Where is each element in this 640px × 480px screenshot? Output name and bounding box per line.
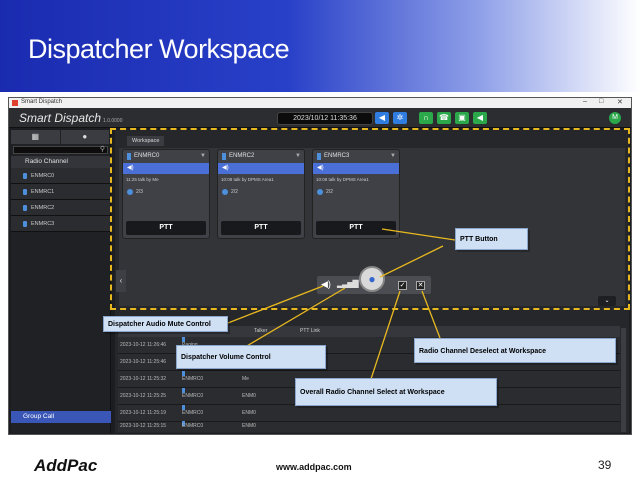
callout-deselect: Radio Channel Deselect at Workspace [414, 338, 616, 363]
row-time: 2023-10-12 11:25:32 [120, 376, 167, 382]
callout-ptt-button: PTT Button [455, 228, 528, 250]
maximize-button[interactable]: □ [599, 98, 603, 105]
log-scrollbar[interactable] [621, 328, 626, 432]
top-toolbar: Smart Dispatch 1.0.0000 2023/10/12 11:35:… [9, 108, 631, 128]
radio-icon [23, 173, 27, 179]
users-tab-icon[interactable]: ● [60, 130, 110, 144]
radio-icon [23, 205, 27, 211]
workspace-highlight [110, 128, 630, 310]
row-talker: ENM0 [242, 393, 256, 399]
settings-icon[interactable]: ✲ [393, 112, 407, 124]
row-channel-label: ENMRC0 [182, 376, 204, 382]
radio-icon [23, 189, 27, 195]
avatar[interactable]: M [609, 112, 621, 124]
row-talker: ENM0 [242, 410, 256, 416]
row-time: 2023-10-12 11:26:46 [120, 342, 167, 348]
minimize-button[interactable]: – [583, 98, 587, 105]
slide-title: Dispatcher Workspace [28, 34, 290, 64]
brand-name: Smart Dispatch [19, 111, 102, 125]
row-talker: Me [242, 376, 249, 382]
page-number: 39 [598, 458, 612, 472]
window-title: Smart Dispatch [21, 99, 63, 105]
clock-display: 2023/10/12 11:35:36 [277, 112, 373, 125]
row-channel-label: ENMRC0 [182, 410, 204, 416]
channel-label: ENMRC1 [31, 189, 55, 195]
row-time: 2023-10-12 11:25:25 [120, 393, 167, 399]
row-talker: ENM0 [242, 423, 256, 429]
channel-label: ENMRC0 [31, 173, 55, 179]
group-call-button[interactable]: Group Call [11, 411, 111, 423]
sidebar-item-channel[interactable]: ENMRC2 [11, 200, 110, 216]
row-channel-label: ENMRC0 [182, 393, 204, 399]
search-icon: ⚲ [99, 146, 105, 153]
column-talker: Talker [254, 328, 268, 334]
headset-icon[interactable]: ∩ [419, 112, 433, 124]
callout-volume: Dispatcher Volume Control [176, 345, 326, 369]
callout-audio-mute: Dispatcher Audio Mute Control [103, 316, 228, 332]
column-ptt-link: PTT Link [300, 328, 320, 334]
radio-channel-header[interactable]: Radio Channel [11, 156, 110, 168]
sidebar: ▦ ● ⚲ Radio Channel ENMRC0 ENMRC1 ENMRC2… [11, 130, 111, 433]
app-brand: Smart Dispatch 1.0.0000 [19, 111, 123, 125]
addpac-logo: AddPac [34, 456, 98, 475]
sidebar-item-channel[interactable]: ENMRC3 [11, 216, 110, 232]
sidebar-item-channel[interactable]: ENMRC0 [11, 168, 110, 184]
slide-banner: Dispatcher Workspace [0, 0, 640, 92]
message-icon[interactable]: ▣ [455, 112, 469, 124]
row-time: 2023-10-12 11:25:46 [120, 359, 167, 365]
channels-tab-icon[interactable]: ▦ [11, 130, 61, 144]
row-channel-label: ENMRC0 [182, 423, 204, 429]
app-version: 1.0.0000 [103, 118, 123, 124]
sidebar-item-channel[interactable]: ENMRC1 [11, 184, 110, 200]
app-icon [12, 100, 18, 106]
phone-icon[interactable]: ☎ [437, 112, 451, 124]
radio-icon [23, 221, 27, 227]
row-time: 2023-10-12 11:25:15 [120, 423, 167, 429]
table-row[interactable]: 2023-10-12 11:25:19 ENMRC0 ENM0 [118, 405, 620, 422]
search-input[interactable]: ⚲ [13, 146, 108, 154]
callout-select: Overall Radio Channel Select at Workspac… [295, 378, 497, 406]
speaker-icon[interactable]: ◀ [375, 112, 389, 124]
footer-url: www.addpac.com [276, 462, 352, 472]
channel-label: ENMRC3 [31, 221, 55, 227]
channel-label: ENMRC2 [31, 205, 55, 211]
window-titlebar: Smart Dispatch – □ ✕ [9, 98, 631, 108]
table-row[interactable]: 2023-10-12 11:25:15 ENMRC0 ENM0 [118, 421, 620, 432]
row-time: 2023-10-12 11:25:19 [120, 410, 167, 416]
close-button[interactable]: ✕ [617, 98, 623, 106]
broadcast-icon[interactable]: ◀ [473, 112, 487, 124]
